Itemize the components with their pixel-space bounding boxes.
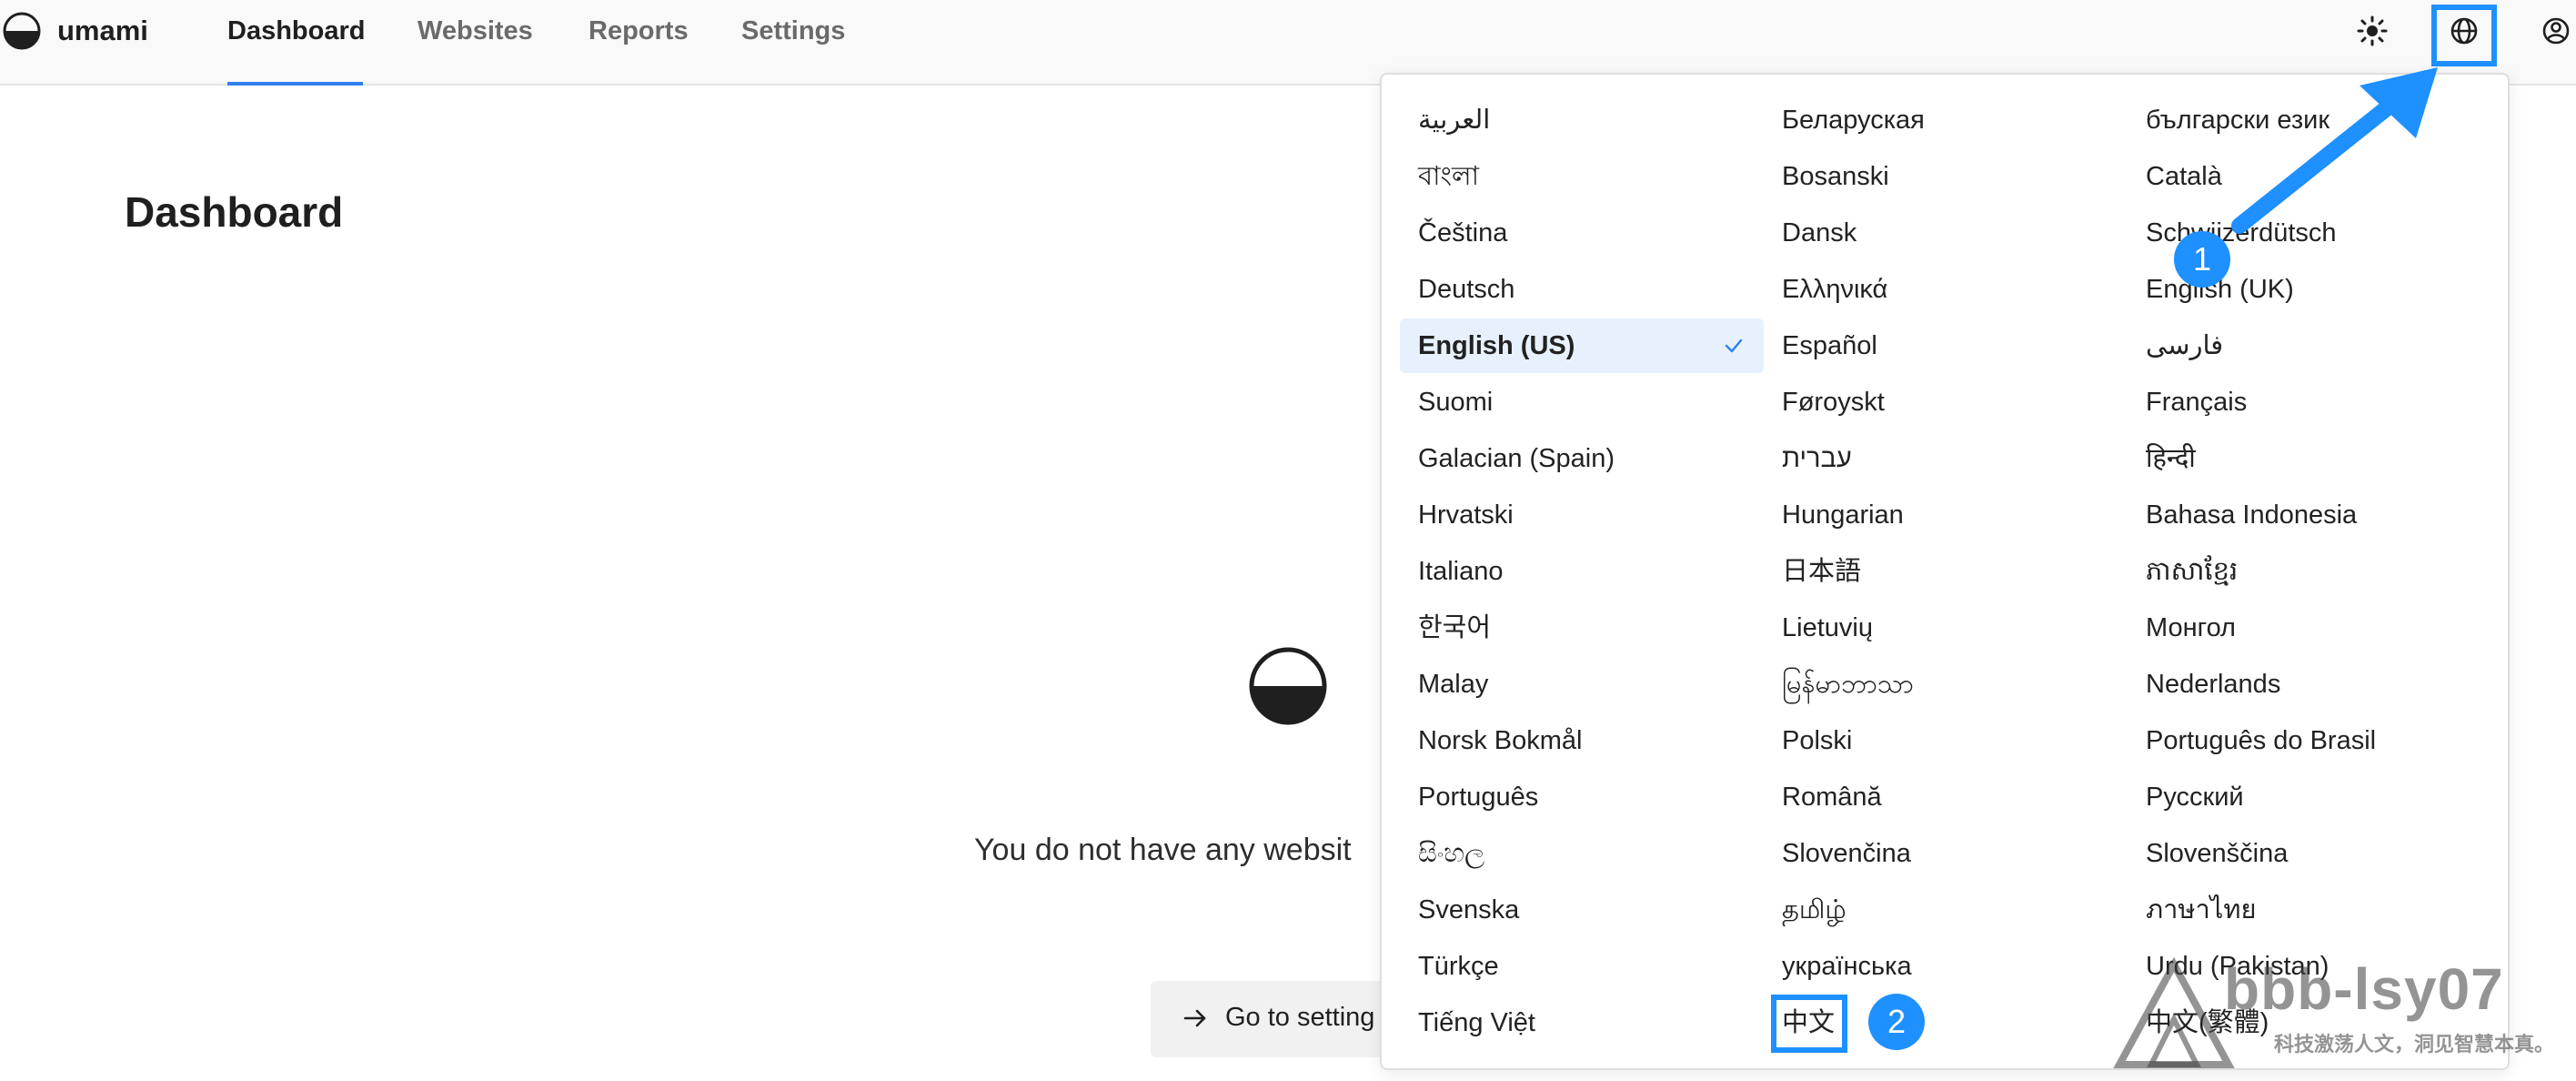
step-badge-2: 2 (1868, 994, 1925, 1050)
annotation-arrow (2231, 67, 2438, 234)
step-badge-1: 1 (2174, 231, 2230, 288)
watermark-subtext: 科技激荡人文，洞见智慧本真。 (2274, 1033, 2555, 1056)
watermark-text: bbb-lsy07 (2224, 956, 2504, 1022)
